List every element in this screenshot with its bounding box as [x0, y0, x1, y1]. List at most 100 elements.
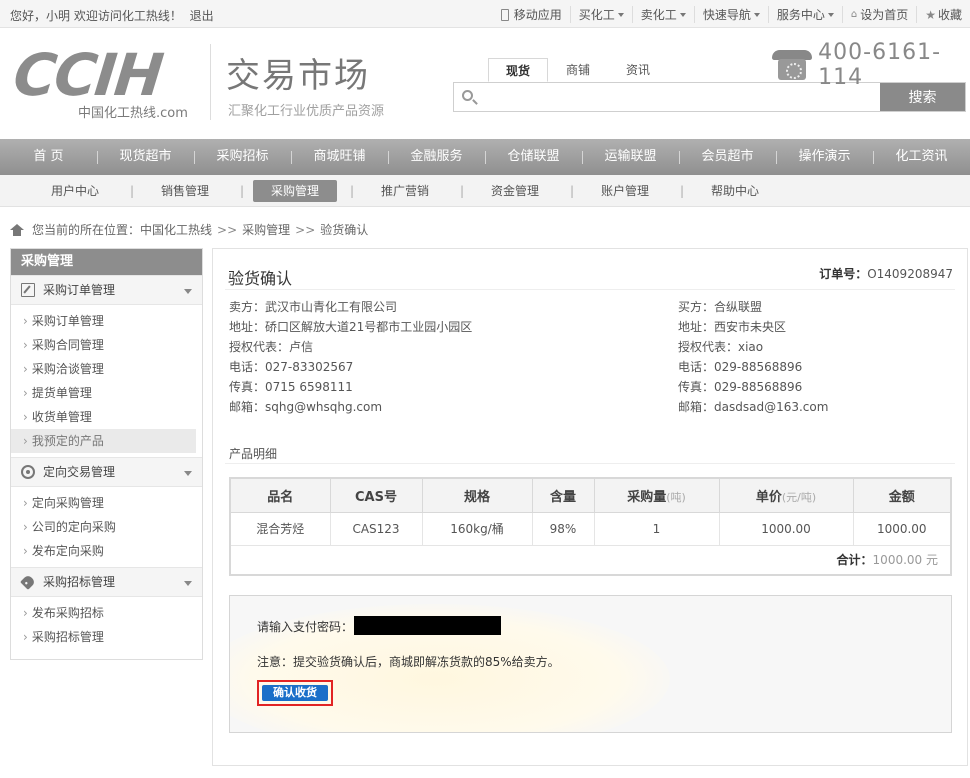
sidebar: 采购管理 采购订单管理 › 采购订单管理 › 采购合同管理 › 采购洽谈管理 › 提货单…: [10, 248, 203, 660]
mobile-phone-icon: [500, 8, 509, 21]
table-header-row: 品名 CAS号 规格 含量 采购量(吨) 单价(元/吨) 金额: [229, 477, 952, 513]
nav-procurement-bidding[interactable]: 采购招标: [194, 139, 291, 175]
nav-finance[interactable]: 金融服务: [388, 139, 485, 175]
chevron-right-icon: ›: [23, 544, 28, 558]
seller-fax: 传真：0715 6598111: [229, 380, 353, 394]
site-title: 交易市场: [226, 56, 370, 96]
notice-text: 注意：提交验货确认后，商城即解冻货款的85%给卖方。: [257, 655, 560, 669]
nav-demo[interactable]: 操作演示: [776, 139, 873, 175]
page-title: 验货确认: [228, 269, 293, 288]
nav-storage[interactable]: 仓储联盟: [485, 139, 582, 175]
buyer-address: 地址：西安市未央区: [678, 320, 787, 334]
favorite-link[interactable]: ★ 收藏: [916, 6, 970, 23]
sidebar-group-bidding[interactable]: 采购招标管理: [11, 567, 202, 597]
breadcrumb-sep: >>: [295, 222, 316, 237]
header-divider: [210, 44, 211, 120]
hotline-number: 400-6161-114: [818, 40, 942, 90]
sell-chem-menu[interactable]: 卖化工: [631, 6, 694, 23]
cell-quantity: 1: [593, 511, 720, 546]
sidebar-item-receipts[interactable]: › 收货单管理: [11, 405, 196, 429]
sidebar-item-publish-directed[interactable]: › 发布定向采购: [11, 539, 196, 563]
subnav-marketing[interactable]: 推广营销: [350, 182, 460, 199]
nav-spot-market[interactable]: 现货超市: [97, 139, 194, 175]
chevron-right-icon: ›: [23, 410, 28, 424]
sidebar-group-orders[interactable]: 采购订单管理: [11, 275, 202, 305]
cell-unit-price: 1000.00: [718, 511, 854, 546]
sidebar-item-company-directed[interactable]: › 公司的定向采购: [11, 515, 196, 539]
site-subtitle: 汇聚化工行业优质产品资源: [228, 104, 385, 119]
subnav-help[interactable]: 帮助中心: [680, 182, 790, 199]
sidebar-group-items: › 发布采购招标 › 采购招标管理: [11, 597, 202, 653]
buyer-name: 买方：合纵联盟: [678, 300, 763, 314]
star-icon: ★: [925, 7, 936, 22]
col-header: 品名: [229, 477, 331, 513]
sidebar-item-pickup-notes[interactable]: › 提货单管理: [11, 381, 196, 405]
col-header: 规格: [421, 477, 533, 513]
payment-password-input[interactable]: [354, 616, 501, 635]
main-content: 验货确认 订单号：O1409208947 卖方：武汉市山青化工有限公司 地址：硚…: [212, 248, 968, 766]
sidebar-group-items: › 采购订单管理 › 采购合同管理 › 采购洽谈管理 › 提货单管理 › 收货单管理 › 我…: [11, 305, 202, 457]
breadcrumb-item[interactable]: 采购管理: [242, 221, 290, 238]
buy-chem-menu[interactable]: 买化工: [569, 6, 632, 23]
subnav-funds[interactable]: 资金管理: [460, 182, 570, 199]
sidebar-item-purchase-contracts[interactable]: › 采购合同管理: [11, 333, 196, 357]
service-center-menu[interactable]: 服务中心: [767, 6, 842, 23]
sidebar-group-directed[interactable]: 定向交易管理: [11, 457, 202, 487]
top-bar: 您好，小明 欢迎访问化工热线！ 退出 移动应用 买化工 卖化工 快速导航 服务中…: [0, 0, 970, 28]
seller-info: 卖方：武汉市山青化工有限公司 地址：硚口区解放大道21号都市工业园小园区 授权代…: [229, 297, 472, 417]
search-input[interactable]: [482, 87, 872, 107]
subnav-sales[interactable]: 销售管理: [130, 182, 240, 199]
chevron-down-icon: [679, 12, 686, 17]
sidebar-item-directed-purchases[interactable]: › 定向采购管理: [11, 491, 196, 515]
site-logo[interactable]: CCIH 中国化工热线.com: [10, 41, 194, 126]
nav-mall-shops[interactable]: 商城旺铺: [291, 139, 388, 175]
nav-home[interactable]: 首 页: [0, 139, 97, 175]
nav-chem-news[interactable]: 化工资讯: [873, 139, 970, 175]
home-icon: [10, 223, 24, 236]
target-icon: [21, 465, 35, 479]
breadcrumb-current: 验货确认: [320, 223, 369, 237]
buyer-info: 买方：合纵联盟 地址：西安市未央区 授权代表：xiao 电话：029-88568…: [678, 297, 828, 417]
divider: [225, 463, 955, 464]
chevron-down-icon: [827, 12, 834, 17]
subnav-user-center[interactable]: 用户中心: [20, 182, 130, 199]
set-homepage-link[interactable]: ⌂ 设为首页: [841, 6, 916, 23]
sidebar-item-negotiations[interactable]: › 采购洽谈管理: [11, 357, 196, 381]
sidebar-item-reserved-products[interactable]: › 我预定的产品: [11, 429, 196, 453]
cell-content: 98%: [531, 511, 595, 546]
product-table: 品名 CAS号 规格 含量 采购量(吨) 单价(元/吨) 金额 混合芳烃 CAS…: [229, 477, 952, 576]
edit-icon: [21, 283, 35, 297]
search-tab-spot[interactable]: 现货: [488, 58, 548, 82]
chevron-right-icon: ›: [23, 520, 28, 534]
quick-nav-menu[interactable]: 快速导航: [693, 6, 768, 23]
sidebar-item-bidding-management[interactable]: › 采购招标管理: [11, 625, 196, 649]
chevron-right-icon: ›: [23, 630, 28, 644]
seller-name: 卖方：武汉市山青化工有限公司: [229, 300, 398, 314]
hotline: 400-6161-114: [772, 40, 970, 90]
nav-transport[interactable]: 运输联盟: [582, 139, 679, 175]
chevron-down-icon: [753, 12, 760, 17]
subnav-account[interactable]: 账户管理: [570, 182, 680, 199]
divider: [225, 289, 955, 290]
product-detail-label: 产品明细: [229, 447, 278, 461]
order-number: 订单号：O1409208947: [819, 267, 953, 281]
mobile-app-link[interactable]: 移动应用: [493, 6, 570, 23]
nav-member-market[interactable]: 会员超市: [679, 139, 776, 175]
logout-link[interactable]: 退出: [190, 9, 214, 23]
sidebar-item-publish-bidding[interactable]: › 发布采购招标: [11, 601, 196, 625]
subnav-procurement[interactable]: 采购管理: [253, 179, 337, 202]
search-tab-shop[interactable]: 商铺: [548, 58, 608, 82]
chevron-right-icon: ›: [23, 338, 28, 352]
search-tab-news[interactable]: 资讯: [608, 58, 668, 82]
sidebar-title: 采购管理: [11, 249, 202, 275]
sidebar-item-purchase-orders[interactable]: › 采购订单管理: [11, 309, 196, 333]
confirm-receipt-button[interactable]: 确认收货: [262, 685, 328, 701]
chevron-down-icon: [617, 12, 624, 17]
cell-product-name: 混合芳烃: [229, 511, 331, 546]
col-header: 含量: [531, 477, 595, 513]
greeting-text: 您好，小明 欢迎访问化工热线！: [10, 9, 182, 23]
home-icon: ⌂: [850, 9, 858, 20]
chevron-right-icon: ›: [23, 496, 28, 510]
breadcrumb-item[interactable]: 中国化工热线: [140, 221, 212, 238]
chevron-right-icon: ›: [23, 362, 28, 376]
